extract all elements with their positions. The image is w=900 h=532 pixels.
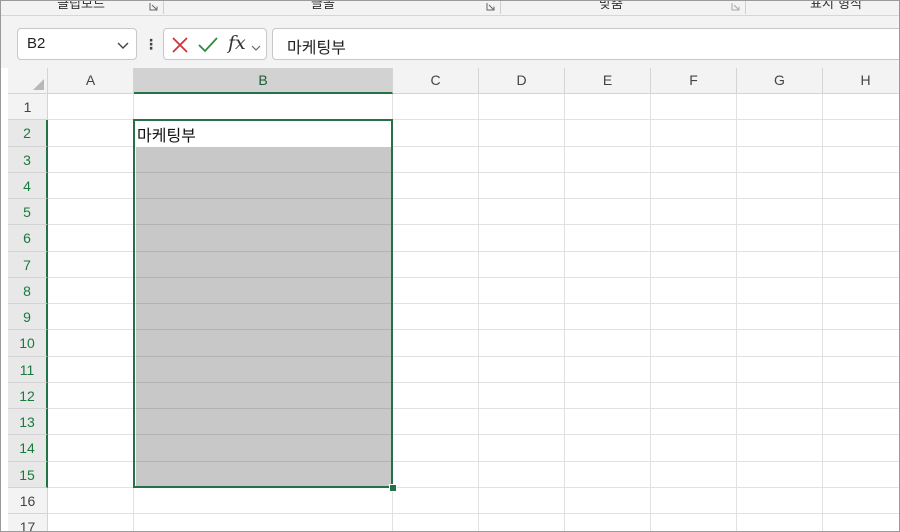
cell-b5[interactable] — [136, 199, 391, 226]
chevron-down-icon[interactable] — [250, 39, 262, 51]
ribbon-group-font: 글꼴 — [311, 1, 335, 12]
row-header-17[interactable]: 17 — [8, 514, 48, 531]
ribbon-group-number-format: 표시 형식 — [810, 1, 862, 12]
cell-b11[interactable] — [136, 356, 391, 383]
row-header-10[interactable]: 10 — [8, 330, 48, 357]
cell-b3[interactable] — [136, 146, 391, 173]
row-header-9[interactable]: 9 — [8, 304, 48, 331]
gridline — [650, 94, 651, 531]
gridline — [133, 94, 134, 531]
cell-b14[interactable] — [136, 435, 391, 462]
more-options-icon[interactable]: ⋮ — [144, 35, 158, 55]
gridline — [48, 513, 899, 514]
row-header-14[interactable]: 14 — [8, 435, 48, 462]
fill-handle[interactable] — [389, 483, 397, 492]
cell-b2-text: 마케팅부 — [137, 126, 196, 146]
row-header-16[interactable]: 16 — [8, 487, 48, 514]
active-cell-b2[interactable]: 마케팅부 — [134, 120, 392, 147]
dialog-launcher-icon[interactable] — [149, 2, 158, 11]
cell-b7[interactable] — [136, 251, 391, 278]
column-header-d[interactable]: D — [479, 68, 565, 94]
gridline — [822, 94, 823, 531]
column-header-f[interactable]: F — [651, 68, 737, 94]
cell-b9[interactable] — [136, 304, 391, 331]
row-header-8[interactable]: 8 — [8, 277, 48, 304]
column-header-c[interactable]: C — [393, 68, 479, 94]
cell-b4[interactable] — [136, 172, 391, 199]
row-header-3[interactable]: 3 — [8, 146, 48, 173]
row-header-7[interactable]: 7 — [8, 251, 48, 278]
ribbon-separator — [745, 1, 746, 14]
row-header-12[interactable]: 12 — [8, 382, 48, 409]
column-header-h[interactable]: H — [823, 68, 899, 94]
insert-function-button[interactable]: fx — [228, 32, 246, 54]
row-header-15[interactable]: 15 — [8, 461, 48, 488]
row-header-6[interactable]: 6 — [8, 225, 48, 252]
row-header-11[interactable]: 11 — [8, 356, 48, 383]
column-header-b[interactable]: B — [134, 68, 393, 94]
formula-bar-area: B2 ⋮ fx 마케팅부 — [1, 16, 899, 68]
select-all-triangle-icon — [33, 79, 44, 90]
cell-b12[interactable] — [136, 382, 391, 409]
cell-b6[interactable] — [136, 225, 391, 252]
dialog-launcher-icon[interactable] — [486, 2, 495, 11]
name-box-value: B2 — [27, 35, 46, 52]
cell-b13[interactable] — [136, 409, 391, 436]
column-header-g[interactable]: G — [737, 68, 823, 94]
column-header-e[interactable]: E — [565, 68, 651, 94]
cell-b10[interactable] — [136, 330, 391, 357]
dialog-launcher-icon[interactable] — [731, 2, 740, 11]
formula-content: 마케팅부 — [287, 38, 346, 57]
gridline — [564, 94, 565, 531]
name-box[interactable]: B2 — [17, 28, 137, 60]
row-header-13[interactable]: 13 — [8, 409, 48, 436]
gridline — [392, 94, 393, 531]
cell-b8[interactable] — [136, 277, 391, 304]
formula-buttons: fx — [163, 28, 267, 60]
ribbon-group-alignment: 맞춤 — [599, 1, 623, 12]
row-header-5[interactable]: 5 — [8, 199, 48, 226]
window-left-edge — [1, 68, 8, 531]
cancel-icon[interactable] — [170, 35, 190, 55]
gridline — [478, 94, 479, 531]
cell-b15[interactable] — [136, 461, 391, 488]
checkmark-icon[interactable] — [197, 34, 219, 56]
chevron-down-icon[interactable] — [116, 37, 130, 51]
gridline — [736, 94, 737, 531]
row-header-2[interactable]: 2 — [8, 120, 48, 147]
formula-input[interactable]: 마케팅부 — [272, 28, 899, 60]
column-header-a[interactable]: A — [48, 68, 134, 94]
select-all-button[interactable] — [8, 68, 48, 94]
row-header-1[interactable]: 1 — [8, 94, 48, 121]
row-header-4[interactable]: 4 — [8, 172, 48, 199]
ribbon-group-clipboard: 클립보드 — [57, 1, 105, 12]
excel-window: 클립보드 글꼴 맞춤 표시 형식 B2 ⋮ fx 마케팅부 A B C D E … — [0, 0, 900, 532]
ribbon-group-labels: 클립보드 글꼴 맞춤 표시 형식 — [1, 1, 899, 16]
